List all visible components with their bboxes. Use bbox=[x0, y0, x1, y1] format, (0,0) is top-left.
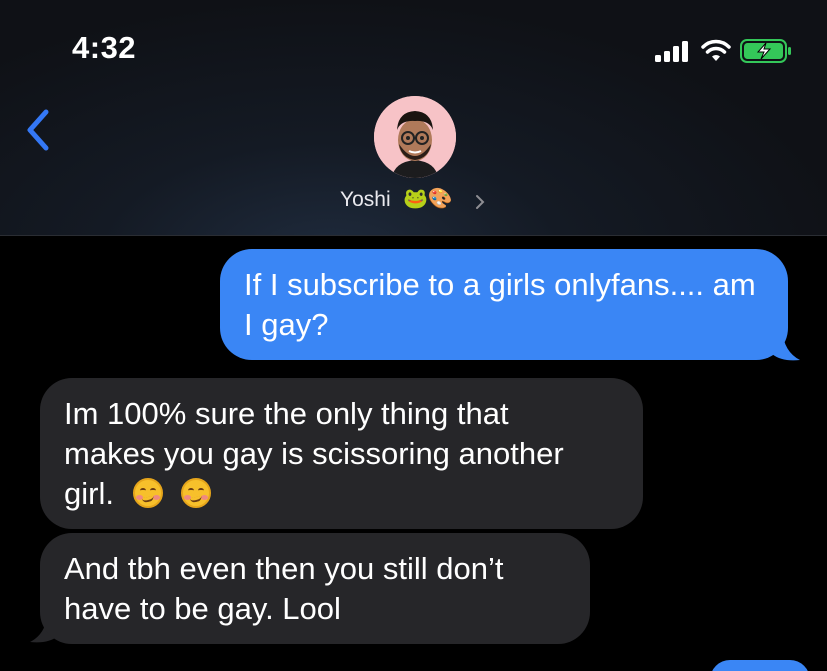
message-line: makes you gay is scissoring another bbox=[64, 436, 564, 471]
status-time: 4:32 bbox=[72, 30, 137, 65]
incoming-message[interactable]: Im 100% sure the only thing that makes y… bbox=[40, 378, 643, 529]
outgoing-message-text: If I subscribe to a girls onlyfans.... a… bbox=[244, 267, 756, 342]
memoji-avatar bbox=[374, 96, 456, 178]
wifi-icon bbox=[701, 39, 731, 61]
incoming-message[interactable]: And tbh even then you still don’t have t… bbox=[40, 533, 590, 644]
message-line: Im 100% sure the only thing that bbox=[64, 396, 509, 431]
incoming-message-text: And tbh even then you still don’t have t… bbox=[64, 551, 504, 626]
chevron-right-icon[interactable] bbox=[474, 193, 486, 211]
message-last-line: girl. 🥴🥴 bbox=[64, 474, 619, 514]
contact-emoji: 🐸🎨 bbox=[403, 188, 453, 210]
outgoing-message[interactable]: If I subscribe to a girls onlyfans.... a… bbox=[220, 249, 788, 360]
battery-charging-icon bbox=[740, 39, 791, 63]
conversation-header: 4:32 Yoshi 🐸🎨 bbox=[0, 0, 827, 236]
signal-icon bbox=[655, 40, 691, 62]
message-line: girl. bbox=[64, 476, 114, 511]
back-chevron-icon[interactable] bbox=[22, 108, 54, 152]
next-outgoing-message[interactable] bbox=[710, 660, 810, 671]
contact-avatar[interactable] bbox=[374, 96, 456, 178]
woozy-face-icon bbox=[181, 478, 212, 508]
contact-name[interactable]: Yoshi bbox=[340, 188, 391, 212]
woozy-face-icon bbox=[132, 478, 163, 508]
